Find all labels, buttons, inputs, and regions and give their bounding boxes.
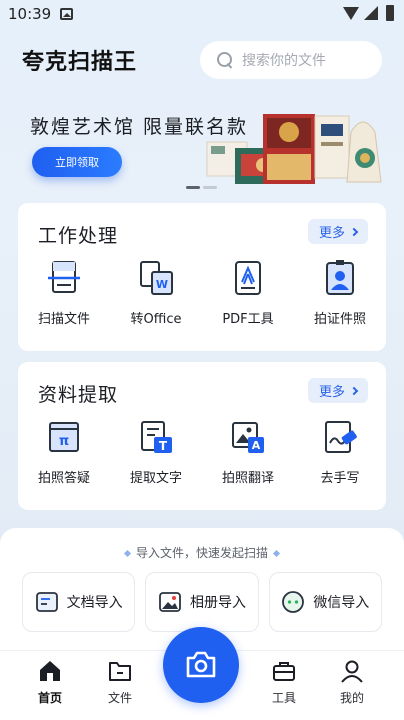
- pdf-tool-icon: [235, 261, 261, 295]
- tool-scan-document[interactable]: 扫描文件: [18, 258, 110, 338]
- work-more-button[interactable]: 更多: [308, 219, 368, 244]
- data-extraction-card: 资料提取 更多 π 拍照答疑 T 提取文字 A 拍照翻译 去手写: [18, 362, 386, 510]
- tool-convert-office[interactable]: W 转Office: [110, 258, 202, 338]
- work-tools: 扫描文件 W 转Office PDF工具 拍证件照: [18, 258, 386, 338]
- banner-pagination: [186, 186, 222, 189]
- svg-text:W: W: [156, 278, 168, 291]
- folder-icon: [109, 662, 131, 681]
- extract-text-icon: T: [141, 421, 172, 453]
- banner-dot-active: [186, 186, 200, 189]
- nav-tools[interactable]: 工具: [254, 659, 314, 706]
- battery-icon: [386, 5, 394, 21]
- nav-label: 首页: [37, 691, 62, 705]
- camera-icon: [186, 651, 216, 678]
- svg-text:π: π: [59, 434, 69, 449]
- chevron-right-icon: [349, 227, 359, 236]
- remove-handwriting-icon: [325, 421, 357, 453]
- extract-tools: π 拍照答疑 T 提取文字 A 拍照翻译 去手写: [18, 417, 386, 497]
- work-more-label: 更多: [318, 226, 345, 241]
- photo-translate-icon: A: [232, 422, 264, 453]
- tool-label: 拍照翻译: [221, 471, 274, 486]
- banner-product-image: [206, 114, 382, 184]
- diamond-icon: [123, 549, 132, 558]
- svg-text:T: T: [159, 439, 168, 453]
- signal-icon: [364, 6, 378, 20]
- extract-card-title: 资料提取: [38, 384, 119, 406]
- album-import-icon: [159, 592, 181, 612]
- wifi-icon: [343, 7, 359, 20]
- status-time: 10:39: [8, 5, 52, 23]
- tool-photo-question[interactable]: π 拍照答疑: [18, 417, 110, 497]
- album-import-button[interactable]: 相册导入: [145, 572, 259, 632]
- profile-icon: [341, 660, 363, 683]
- wechat-import-icon: [282, 591, 305, 613]
- import-buttons: 文档导入 相册导入 微信导入: [22, 572, 382, 632]
- tool-label: 拍照答疑: [37, 471, 90, 486]
- work-processing-card: 工作处理 更多 扫描文件 W 转Office PDF工具 拍证件照: [18, 203, 386, 351]
- convert-office-icon: W: [140, 261, 173, 295]
- extract-more-label: 更多: [318, 385, 345, 400]
- nav-label: 工具: [271, 691, 296, 705]
- tool-id-photo[interactable]: 拍证件照: [294, 258, 386, 338]
- gallery-notification-icon: [60, 8, 73, 20]
- extract-more-button[interactable]: 更多: [308, 378, 368, 403]
- diamond-icon: [272, 549, 281, 558]
- status-bar: 10:39: [0, 0, 404, 28]
- document-import-icon: [35, 592, 58, 612]
- nav-home[interactable]: 首页: [20, 659, 80, 706]
- document-import-button[interactable]: 文档导入: [22, 572, 136, 632]
- search-icon: [216, 51, 234, 69]
- tool-label: 扫描文件: [37, 312, 90, 327]
- banner-claim-button[interactable]: 立即领取: [32, 147, 122, 177]
- tool-extract-text[interactable]: T 提取文字: [110, 417, 202, 497]
- app-title: 夸克扫描王: [22, 50, 138, 75]
- tool-photo-translate[interactable]: A 拍照翻译: [202, 417, 294, 497]
- tool-label: 转Office: [130, 312, 182, 327]
- tool-label: 提取文字: [129, 471, 182, 486]
- tool-label: 去手写: [320, 471, 360, 486]
- wechat-import-button[interactable]: 微信导入: [268, 572, 382, 632]
- import-hint-text: 导入文件，快速发起扫描: [135, 546, 268, 560]
- toolbox-icon: [273, 662, 295, 681]
- tool-label: 拍证件照: [313, 312, 366, 327]
- import-label: 相册导入: [189, 595, 246, 611]
- import-hint: 导入文件，快速发起扫描: [0, 544, 404, 561]
- svg-text:A: A: [252, 439, 261, 452]
- search-placeholder: 搜索你的文件: [242, 53, 326, 69]
- tool-label: PDF工具: [222, 312, 274, 327]
- id-photo-icon: [326, 260, 354, 295]
- nav-files[interactable]: 文件: [90, 659, 150, 706]
- tool-pdf[interactable]: PDF工具: [202, 258, 294, 338]
- nav-label: 文件: [107, 691, 132, 705]
- tool-remove-handwriting[interactable]: 去手写: [294, 417, 386, 497]
- import-label: 文档导入: [66, 595, 123, 611]
- photo-question-icon: π: [49, 422, 79, 452]
- import-label: 微信导入: [313, 595, 370, 611]
- banner-dot: [203, 186, 217, 189]
- nav-label: 我的: [339, 691, 364, 705]
- work-card-title: 工作处理: [38, 225, 119, 247]
- scan-document-icon: [48, 261, 80, 293]
- search-input[interactable]: 搜索你的文件: [200, 41, 382, 79]
- home-icon: [40, 661, 60, 681]
- nav-profile[interactable]: 我的: [322, 659, 382, 706]
- chevron-right-icon: [349, 386, 359, 395]
- promo-banner[interactable]: 敦煌艺术馆 限量联名款 立即领取: [0, 92, 404, 192]
- camera-scan-button[interactable]: [163, 627, 239, 703]
